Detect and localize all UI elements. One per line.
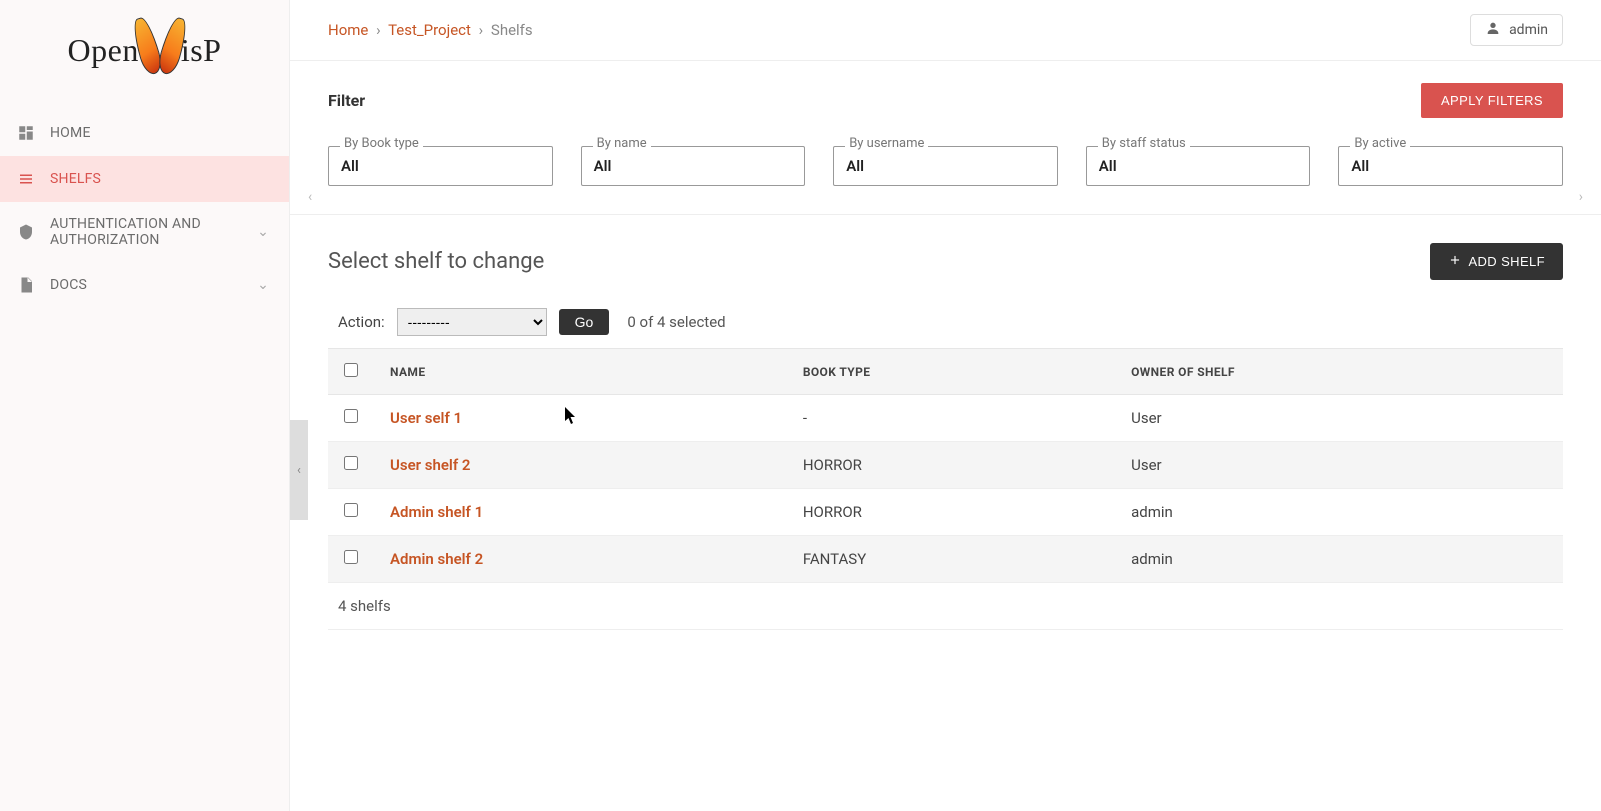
user-menu[interactable]: admin <box>1470 14 1563 46</box>
filter-value[interactable]: All <box>328 146 553 186</box>
filters-row: By Book typeAll By nameAll By usernameAll B… <box>328 146 1563 186</box>
row-booktype: HORROR <box>787 489 1115 536</box>
table-row: User shelf 2 HORRORUser <box>328 442 1563 489</box>
filters-scroll-left[interactable]: ‹ <box>304 189 316 205</box>
table-row: User self 1 -User <box>328 395 1563 442</box>
row-checkbox[interactable] <box>344 503 358 517</box>
row-checkbox[interactable] <box>344 409 358 423</box>
row-booktype: - <box>787 395 1115 442</box>
filter-field[interactable]: By usernameAll <box>833 146 1058 186</box>
filter-legend: By active <box>1350 136 1410 151</box>
col-owner[interactable]: OWNER OF SHELF <box>1115 349 1563 395</box>
row-owner: admin <box>1115 536 1563 583</box>
filter-value[interactable]: All <box>581 146 806 186</box>
sidebar-item-docs[interactable]: DOCS ⌄ <box>0 262 289 308</box>
row-owner: admin <box>1115 489 1563 536</box>
content: Select shelf to change ADD SHELF Action:… <box>290 215 1601 658</box>
filter-legend: By name <box>593 136 651 151</box>
dashboard-icon <box>16 124 36 142</box>
filter-legend: By username <box>845 136 928 151</box>
doc-icon <box>16 276 36 294</box>
action-label: Action: <box>338 313 385 331</box>
row-checkbox[interactable] <box>344 456 358 470</box>
sidebar-item-home[interactable]: HOME <box>0 110 289 156</box>
chevron-down-icon: ⌄ <box>257 224 269 240</box>
filter-legend: By staff status <box>1098 136 1190 151</box>
filter-field[interactable]: By nameAll <box>581 146 806 186</box>
breadcrumb-home[interactable]: Home <box>328 21 368 39</box>
selection-count: 0 of 4 selected <box>627 313 725 331</box>
select-all-checkbox[interactable] <box>344 363 358 377</box>
breadcrumb-project[interactable]: Test_Project <box>388 21 471 39</box>
row-checkbox[interactable] <box>344 550 358 564</box>
shield-icon <box>16 223 36 241</box>
sidebar-nav: HOME SHELFS AUTHENTICATION AND AUTHORIZA… <box>0 110 289 308</box>
add-shelf-button[interactable]: ADD SHELF <box>1430 243 1563 280</box>
user-name: admin <box>1509 22 1548 38</box>
table-row: Admin shelf 2 FANTASYadmin <box>328 536 1563 583</box>
plus-icon <box>1448 253 1462 270</box>
table-row: Admin shelf 1 HORRORadmin <box>328 489 1563 536</box>
filter-value[interactable]: All <box>1338 146 1563 186</box>
book-icon <box>16 170 36 188</box>
filter-legend: By Book type <box>340 136 423 151</box>
action-select[interactable]: --------- <box>397 308 547 336</box>
row-name-link[interactable]: User shelf 2 <box>390 456 470 474</box>
col-booktype[interactable]: BOOK TYPE <box>787 349 1115 395</box>
col-name[interactable]: NAME <box>374 349 787 395</box>
go-button[interactable]: Go <box>559 309 610 335</box>
sidebar-item-label: HOME <box>50 125 91 141</box>
filter-value[interactable]: All <box>833 146 1058 186</box>
breadcrumb-current: Shelfs <box>491 21 533 39</box>
row-owner: User <box>1115 442 1563 489</box>
logo[interactable]: Open isP <box>0 0 289 100</box>
results-summary: 4 shelfs <box>328 583 1563 630</box>
row-owner: User <box>1115 395 1563 442</box>
filters-scroll-right[interactable]: › <box>1575 189 1587 205</box>
sidebar-item-label: AUTHENTICATION AND AUTHORIZATION <box>50 216 220 248</box>
topbar: Home › Test_Project › Shelfs admin <box>290 0 1601 61</box>
filter-field[interactable]: By staff statusAll <box>1086 146 1311 186</box>
filter-value[interactable]: All <box>1086 146 1311 186</box>
sidebar-item-label: SHELFS <box>50 171 101 187</box>
user-icon <box>1485 20 1501 40</box>
sidebar-item-auth[interactable]: AUTHENTICATION AND AUTHORIZATION ⌄ <box>0 202 289 262</box>
sidebar-item-shelfs[interactable]: SHELFS <box>0 156 289 202</box>
main: Home › Test_Project › Shelfs admin Filte… <box>290 0 1601 811</box>
filter-field[interactable]: By Book typeAll <box>328 146 553 186</box>
actions-bar: Action: --------- Go 0 of 4 selected <box>328 308 1563 336</box>
sidebar: Open isP HOME SHELFS AUTHENTICATION AND … <box>0 0 290 811</box>
chevron-down-icon: ⌄ <box>257 277 269 293</box>
filter-section: Filter APPLY FILTERS ‹ By Book typeAllBy… <box>290 61 1601 215</box>
page-title: Select shelf to change <box>328 249 544 274</box>
sidebar-item-label: DOCS <box>50 277 87 293</box>
row-name-link[interactable]: User self 1 <box>390 409 462 427</box>
results-table: NAME BOOK TYPE OWNER OF SHELF User self … <box>328 348 1563 583</box>
row-name-link[interactable]: Admin shelf 2 <box>390 550 483 568</box>
add-shelf-label: ADD SHELF <box>1468 254 1545 269</box>
row-booktype: FANTASY <box>787 536 1115 583</box>
row-name-link[interactable]: Admin shelf 1 <box>390 503 483 521</box>
filter-field[interactable]: By activeAll <box>1338 146 1563 186</box>
filter-heading: Filter <box>328 91 365 110</box>
logo-wings-icon <box>133 15 187 85</box>
row-booktype: HORROR <box>787 442 1115 489</box>
apply-filters-button[interactable]: APPLY FILTERS <box>1421 83 1563 118</box>
breadcrumb: Home › Test_Project › Shelfs <box>328 21 533 39</box>
